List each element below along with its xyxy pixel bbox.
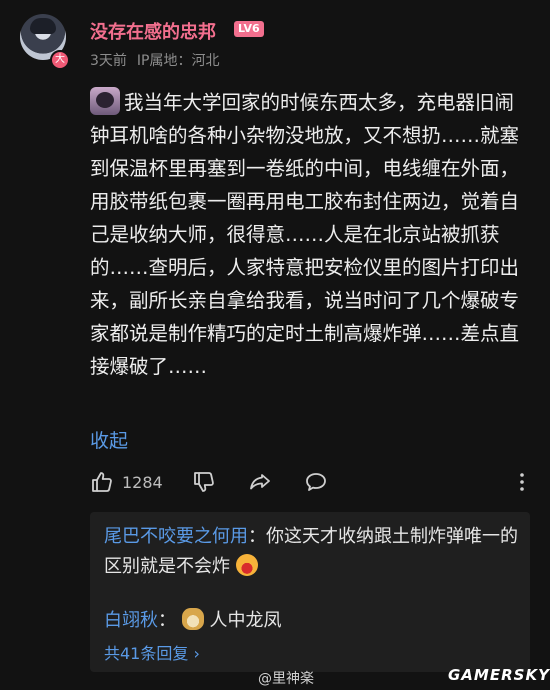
comment-meta: 3天前 IP属地：河北 — [90, 50, 220, 70]
comment-text: 我当年大学回家的时候东西太多，充电器旧闹钟耳机啥的各种小杂物没地放，又不想扔……… — [90, 91, 520, 378]
collapse-link[interactable]: 收起 — [90, 426, 128, 453]
reply-colon: ： — [158, 610, 176, 631]
reply-colon: ： — [248, 526, 266, 547]
dislike-button[interactable] — [192, 470, 216, 494]
reply-text: 人中龙凤 — [209, 610, 282, 631]
weibo-watermark: @里神楽 — [258, 671, 314, 687]
like-count: 1284 — [122, 472, 163, 492]
comment-icon — [306, 473, 326, 491]
action-bar: 1284 — [90, 470, 530, 500]
thumbs-down-icon — [194, 472, 214, 492]
reply-item[interactable]: 白翊秋： 人中龙凤 — [104, 606, 524, 636]
comment-time: 3天前 — [90, 53, 127, 69]
like-button[interactable]: 1284 — [90, 470, 163, 494]
more-button[interactable] — [510, 470, 534, 494]
level-badge: LV6 — [234, 21, 264, 37]
comment-content: 我当年大学回家的时候东西太多，充电器旧闹钟耳机啥的各种小杂物没地放，又不想扔……… — [90, 86, 530, 383]
laughing-emoji-icon — [235, 554, 258, 576]
gamersky-logo: GAMERSKY — [448, 666, 550, 684]
reply-author[interactable]: 尾巴不咬要之何用 — [104, 526, 248, 547]
view-all-replies-link[interactable]: 共41条回复 › — [104, 640, 200, 664]
more-icon — [520, 473, 524, 491]
ip-location: IP属地：河北 — [136, 53, 220, 69]
avatar-sticker-icon — [90, 87, 120, 115]
share-icon — [250, 474, 270, 490]
replies-panel: 尾巴不咬要之何用：你这天才收纳跟土制炸弹唯一的区别就是不会炸 白翊秋： 人中龙凤… — [90, 512, 530, 672]
reply-item[interactable]: 尾巴不咬要之何用：你这天才收纳跟土制炸弹唯一的区别就是不会炸 — [104, 522, 524, 582]
avatar-badge: 大 — [50, 50, 70, 70]
thumbs-up-icon — [92, 472, 112, 492]
doge-emoji-icon — [181, 608, 204, 630]
reply-button[interactable] — [304, 470, 328, 494]
share-button[interactable] — [248, 470, 272, 494]
username[interactable]: 没存在感的忠邦 — [90, 18, 216, 44]
reply-author[interactable]: 白翊秋 — [104, 610, 158, 631]
